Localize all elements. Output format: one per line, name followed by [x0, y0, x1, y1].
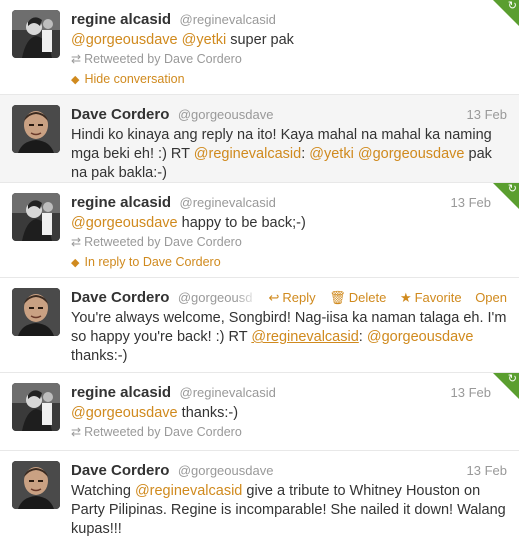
retweeted-by: ⇄ Retweeted by Dave Cordero [71, 233, 507, 252]
tweet-text: @gorgeousdave thanks:-) [71, 404, 507, 423]
trash-icon: 🗑 [329, 290, 346, 305]
tweet-fullname[interactable]: Dave Cordero [71, 106, 169, 123]
bald-man-avatar-icon [12, 105, 60, 153]
mention-link[interactable]: @gorgeousdave [71, 32, 178, 48]
tweet-timestamp[interactable]: 13 Feb [451, 383, 491, 403]
avatar[interactable] [12, 461, 60, 509]
bw-photo-avatar-icon [12, 10, 60, 58]
retweeted-by-label: Retweeted by Dave Cordero [84, 52, 242, 66]
hide-conversation-label[interactable]: Hide conversation [84, 72, 184, 86]
mention-link[interactable]: @reginevalcasid [135, 483, 242, 499]
retweet-corner-arrows-icon: ↻ [507, 0, 517, 12]
mention-link[interactable]: @reginevalcasid [194, 146, 301, 162]
mention-link[interactable]: @gorgeousdave [367, 329, 474, 345]
retweet-icon: ⇄ [71, 52, 82, 66]
hide-conversation-link[interactable]: ◆ Hide conversation [71, 69, 507, 89]
tweet-timestamp[interactable]: 13 Feb [451, 193, 491, 213]
tweet-text: @gorgeousdave happy to be back;-) [71, 214, 507, 233]
mention-link[interactable]: @gorgeousdave [358, 146, 465, 162]
avatar[interactable] [12, 383, 60, 431]
mention-link[interactable]: @yetki [309, 146, 354, 162]
tweet-fullname[interactable]: regine alcasid [71, 384, 171, 401]
avatar[interactable] [12, 193, 60, 241]
tweet-username[interactable]: @reginevalcasid [180, 385, 276, 400]
in-reply-to-label[interactable]: In reply to Dave Cordero [84, 255, 220, 269]
tweet-text-part: thanks:-) [71, 348, 128, 364]
tweet-text-part: thanks:-) [177, 405, 239, 421]
retweet-corner-arrows-icon: ↻ [507, 183, 517, 195]
tweet-text-part: happy to be back;-) [177, 215, 306, 231]
tweet-timestamp[interactable]: 13 Feb [467, 105, 507, 125]
tweet-3[interactable]: ↻ regine alcasid @reginevalcasid 13 Feb … [0, 183, 519, 278]
avatar[interactable] [12, 288, 60, 336]
hide-arrow-icon: ◆ [71, 74, 80, 86]
tweet-timestamp[interactable]: 13 Feb [467, 461, 507, 481]
retweeted-by: ⇄ Retweeted by Dave Cordero [71, 423, 507, 442]
bald-man-avatar-icon [12, 288, 60, 336]
retweet-icon: ⇄ [71, 235, 82, 249]
tweet-text-part: Watching [71, 483, 135, 499]
mention-link[interactable]: @reginevalcasid [251, 329, 358, 345]
avatar[interactable] [12, 105, 60, 153]
tweet-username[interactable]: @gorgeousdave [178, 107, 274, 122]
tweet-text-part: super pak [226, 32, 294, 48]
retweeted-by-label: Retweeted by Dave Cordero [84, 235, 242, 249]
tweet-username[interactable]: @gorgeousda [178, 288, 260, 308]
in-reply-to-link[interactable]: ◆ In reply to Dave Cordero [71, 252, 507, 272]
tweet-actions: ↩ Reply 🗑 Delete ★ Favorite Open [252, 288, 507, 308]
favorite-button[interactable]: ★ Favorite [400, 290, 462, 305]
bald-man-avatar-icon [12, 461, 60, 509]
tweet-4[interactable]: Dave Cordero @gorgeousda ↩ Reply 🗑 Delete … [0, 278, 519, 373]
avatar[interactable] [12, 10, 60, 58]
reply-icon: ↩ [268, 290, 280, 305]
tweet-text: Hindi ko kinaya ang reply na ito! Kaya m… [71, 126, 507, 183]
retweeted-by: ⇄ Retweeted by Dave Cordero [71, 50, 507, 69]
mention-link[interactable]: @gorgeousdave [71, 215, 178, 231]
tweet-1[interactable]: ↻ regine alcasid @reginevalcasid @gorgeo… [0, 0, 519, 95]
bw-photo-avatar-icon [12, 383, 60, 431]
tweet-fullname[interactable]: Dave Cordero [71, 289, 169, 306]
star-icon: ★ [399, 290, 412, 305]
tweet-username[interactable]: @reginevalcasid [180, 195, 276, 210]
tweet-fullname[interactable]: regine alcasid [71, 11, 171, 28]
tweet-username[interactable]: @reginevalcasid [180, 12, 276, 27]
favorite-label[interactable]: Favorite [415, 290, 462, 305]
mention-link[interactable]: @gorgeousdave [71, 405, 178, 421]
tweet-5[interactable]: ↻ regine alcasid @reginevalcasid 13 Feb … [0, 373, 519, 451]
tweet-text: Watching @reginevalcasid give a tribute … [71, 482, 507, 539]
mention-link[interactable]: @yetki [182, 32, 227, 48]
tweet-text-part: : [358, 329, 367, 345]
tweet-fullname[interactable]: regine alcasid [71, 194, 171, 211]
reply-label[interactable]: Reply [282, 290, 315, 305]
retweet-icon: ⇄ [71, 425, 82, 439]
tweet-fullname[interactable]: Dave Cordero [71, 462, 169, 479]
reply-button[interactable]: ↩ Reply [268, 290, 315, 305]
tweet-text: @gorgeousdave @yetki super pak [71, 31, 507, 50]
reply-arrow-icon: ◆ [71, 257, 80, 269]
open-button[interactable]: Open [475, 290, 507, 305]
delete-label[interactable]: Delete [349, 290, 387, 305]
tweet-text: You're always welcome, Songbird! Nag-iis… [71, 309, 507, 366]
open-label[interactable]: Open [475, 290, 507, 305]
tweet-2[interactable]: Dave Cordero @gorgeousdave 13 Feb Hindi … [0, 95, 519, 183]
delete-button[interactable]: 🗑 Delete [329, 290, 386, 305]
tweet-username[interactable]: @gorgeousdave [178, 463, 274, 478]
bw-photo-avatar-icon [12, 193, 60, 241]
retweeted-by-label: Retweeted by Dave Cordero [84, 425, 242, 439]
tweet-6[interactable]: Dave Cordero @gorgeousdave 13 Feb Watchi… [0, 451, 519, 543]
retweet-corner-arrows-icon: ↻ [507, 373, 517, 385]
